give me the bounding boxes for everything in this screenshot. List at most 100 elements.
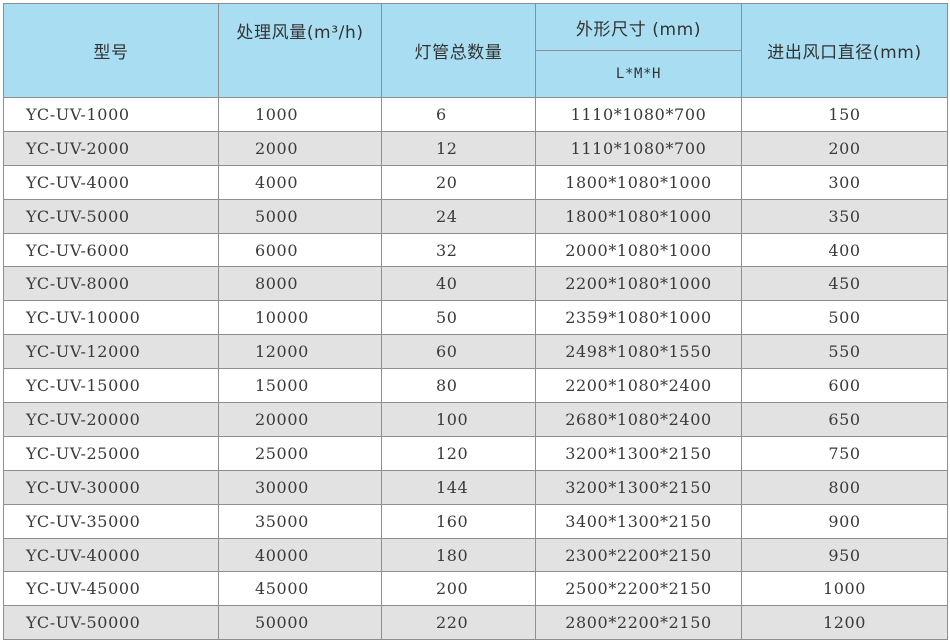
cell-lamps: 6 xyxy=(381,97,536,132)
cell-diameter: 800 xyxy=(741,469,948,505)
cell-airflow: 50000 xyxy=(218,605,382,641)
cell-dimensions: 2498*1080*1550 xyxy=(535,334,742,370)
cell-model: YC-UV-15000 xyxy=(3,368,219,404)
table-header: 型号 处理风量(m³/h) 灯管总数量 外形尺寸 (mm) 进出风口直径(mm)… xyxy=(3,3,948,98)
cell-dimensions: 1800*1080*1000 xyxy=(535,198,742,234)
cell-airflow: 35000 xyxy=(218,503,382,539)
header-model: 型号 xyxy=(3,3,219,98)
cell-model: YC-UV-2000 xyxy=(3,130,219,166)
cell-lamps: 120 xyxy=(381,435,536,471)
cell-lamps: 50 xyxy=(381,300,536,336)
cell-lamps: 32 xyxy=(381,232,536,268)
header-row: 型号 处理风量(m³/h) 灯管总数量 外形尺寸 (mm) 进出风口直径(mm) xyxy=(3,3,948,98)
cell-lamps: 12 xyxy=(381,130,536,166)
cell-diameter: 950 xyxy=(741,537,948,573)
cell-dimensions: 2500*2200*2150 xyxy=(535,571,742,607)
cell-airflow: 8000 xyxy=(218,266,382,302)
cell-diameter: 750 xyxy=(741,435,948,471)
cell-dimensions: 3200*1300*2150 xyxy=(535,435,742,471)
cell-airflow: 4000 xyxy=(218,164,382,200)
table-row: YC-UV-15000 15000 80 2200*1080*2400 600 xyxy=(3,368,948,404)
cell-airflow: 6000 xyxy=(218,232,382,268)
cell-dimensions: 2300*2200*2150 xyxy=(535,537,742,573)
cell-dimensions: 2200*1080*2400 xyxy=(535,368,742,404)
cell-dimensions: 2359*1080*1000 xyxy=(535,300,742,336)
cell-airflow: 20000 xyxy=(218,402,382,437)
cell-lamps: 200 xyxy=(381,571,536,607)
cell-dimensions: 1110*1080*700 xyxy=(535,97,742,132)
cell-diameter: 150 xyxy=(741,97,948,132)
cell-dimensions: 3400*1300*2150 xyxy=(535,503,742,539)
cell-model: YC-UV-30000 xyxy=(3,469,219,505)
cell-airflow: 5000 xyxy=(218,198,382,234)
table-row: YC-UV-40000 40000 180 2300*2200*2150 950 xyxy=(3,537,948,573)
cell-dimensions: 2680*1080*2400 xyxy=(535,402,742,437)
cell-diameter: 600 xyxy=(741,368,948,404)
cell-airflow: 25000 xyxy=(218,435,382,471)
cell-diameter: 200 xyxy=(741,130,948,166)
cell-airflow: 40000 xyxy=(218,537,382,573)
cell-model: YC-UV-12000 xyxy=(3,334,219,370)
cell-diameter: 450 xyxy=(741,266,948,302)
header-airflow: 处理风量(m³/h) xyxy=(218,3,382,98)
cell-dimensions: 2200*1080*1000 xyxy=(535,266,742,302)
cell-model: YC-UV-4000 xyxy=(3,164,219,200)
cell-dimensions: 1800*1080*1000 xyxy=(535,164,742,200)
cell-airflow: 2000 xyxy=(218,130,382,166)
cell-lamps: 24 xyxy=(381,198,536,234)
cell-model: YC-UV-35000 xyxy=(3,503,219,539)
cell-diameter: 400 xyxy=(741,232,948,268)
cell-dimensions: 2000*1080*1000 xyxy=(535,232,742,268)
cell-airflow: 12000 xyxy=(218,334,382,370)
cell-airflow: 10000 xyxy=(218,300,382,336)
cell-dimensions: 2800*2200*2150 xyxy=(535,605,742,641)
cell-model: YC-UV-20000 xyxy=(3,402,219,437)
cell-airflow: 15000 xyxy=(218,368,382,404)
cell-dimensions: 3200*1300*2150 xyxy=(535,469,742,505)
cell-model: YC-UV-45000 xyxy=(3,571,219,607)
cell-diameter: 900 xyxy=(741,503,948,539)
cell-lamps: 20 xyxy=(381,164,536,200)
table-row: YC-UV-8000 8000 40 2200*1080*1000 450 xyxy=(3,266,948,302)
table-row: YC-UV-50000 50000 220 2800*2200*2150 1200 xyxy=(3,605,948,641)
table-row: YC-UV-45000 45000 200 2500*2200*2150 1000 xyxy=(3,571,948,607)
cell-lamps: 100 xyxy=(381,402,536,437)
cell-diameter: 550 xyxy=(741,334,948,370)
cell-model: YC-UV-8000 xyxy=(3,266,219,302)
table-row: YC-UV-1000 1000 6 1110*1080*700 150 xyxy=(3,97,948,132)
cell-diameter: 300 xyxy=(741,164,948,200)
cell-diameter: 500 xyxy=(741,300,948,336)
cell-lamps: 60 xyxy=(381,334,536,370)
cell-lamps: 40 xyxy=(381,266,536,302)
header-dimensions: 外形尺寸 (mm) xyxy=(535,3,742,51)
table-row: YC-UV-2000 2000 12 1110*1080*700 200 xyxy=(3,130,948,166)
cell-dimensions: 1110*1080*700 xyxy=(535,130,742,166)
cell-lamps: 180 xyxy=(381,537,536,573)
table-body: YC-UV-1000 1000 6 1110*1080*700 150 YC-UV-200… xyxy=(3,97,948,641)
cell-lamps: 160 xyxy=(381,503,536,539)
table-row: YC-UV-35000 35000 160 3400*1300*2150 900 xyxy=(3,503,948,539)
cell-model: YC-UV-10000 xyxy=(3,300,219,336)
cell-lamps: 144 xyxy=(381,469,536,505)
cell-model: YC-UV-40000 xyxy=(3,537,219,573)
cell-lamps: 220 xyxy=(381,605,536,641)
cell-model: YC-UV-25000 xyxy=(3,435,219,471)
cell-diameter: 1200 xyxy=(741,605,948,641)
cell-diameter: 350 xyxy=(741,198,948,234)
table-row: YC-UV-10000 10000 50 2359*1080*1000 500 xyxy=(3,300,948,336)
header-lamps: 灯管总数量 xyxy=(381,3,536,98)
table-row: YC-UV-5000 5000 24 1800*1080*1000 350 xyxy=(3,198,948,234)
table-row: YC-UV-12000 12000 60 2498*1080*1550 550 xyxy=(3,334,948,370)
header-diameter: 进出风口直径(mm) xyxy=(741,3,948,98)
cell-lamps: 80 xyxy=(381,368,536,404)
cell-model: YC-UV-5000 xyxy=(3,198,219,234)
spec-table: 型号 处理风量(m³/h) 灯管总数量 外形尺寸 (mm) 进出风口直径(mm)… xyxy=(3,3,948,641)
header-dimensions-sub: L*M*H xyxy=(535,50,742,98)
cell-diameter: 1000 xyxy=(741,571,948,607)
spec-table-container: 型号 处理风量(m³/h) 灯管总数量 外形尺寸 (mm) 进出风口直径(mm)… xyxy=(3,3,948,641)
table-row: YC-UV-30000 30000 144 3200*1300*2150 800 xyxy=(3,469,948,505)
cell-airflow: 30000 xyxy=(218,469,382,505)
table-row: YC-UV-4000 4000 20 1800*1080*1000 300 xyxy=(3,164,948,200)
cell-model: YC-UV-6000 xyxy=(3,232,219,268)
cell-diameter: 650 xyxy=(741,402,948,437)
